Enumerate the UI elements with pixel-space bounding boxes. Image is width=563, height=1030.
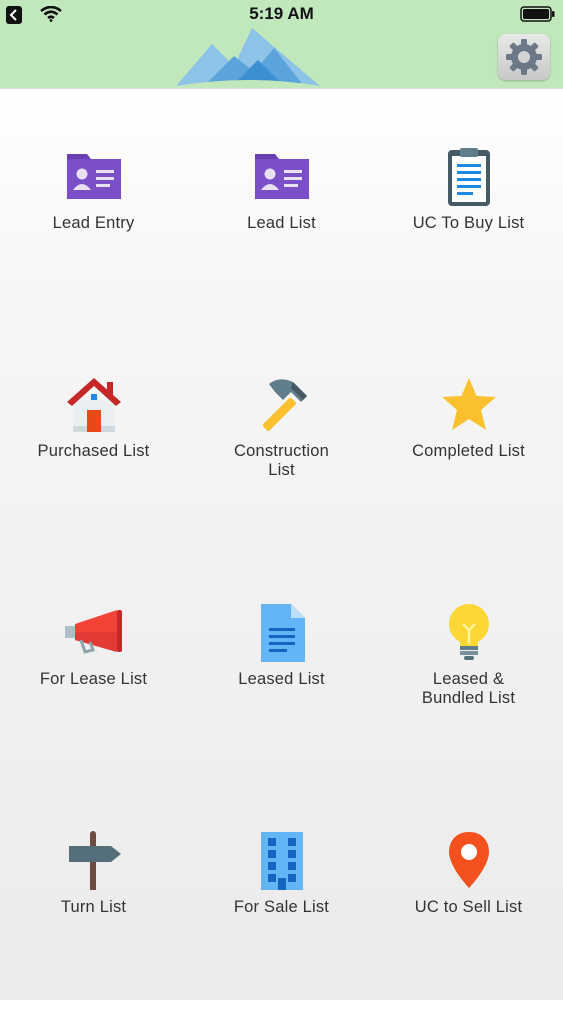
menu-item-leased-list[interactable]: Leased List (188, 602, 375, 802)
settings-button[interactable] (498, 34, 550, 80)
megaphone-icon (65, 610, 122, 654)
hammer-icon (262, 379, 307, 431)
menu-item-label: UC to Sell List (414, 898, 523, 916)
menu-item-completed-list[interactable]: Completed List (375, 374, 562, 574)
menu-item-label: Leased & Bundled List (421, 670, 516, 707)
battery-icon (520, 6, 555, 22)
gear-icon (506, 39, 542, 75)
menu-item-leased-bundled-list[interactable]: Leased & Bundled List (375, 602, 562, 802)
menu-item-uc-to-sell-list[interactable]: UC to Sell List (375, 830, 562, 1030)
lightbulb-icon (449, 604, 489, 660)
menu-item-label: Leased List (238, 670, 325, 688)
menu-item-label: Construction List (233, 442, 330, 479)
menu-item-label: Lead List (247, 214, 316, 232)
contact-card-icon (255, 154, 309, 199)
menu-item-label: UC To Buy List (412, 214, 525, 232)
menu-item-for-sale-list[interactable]: For Sale List (188, 830, 375, 1030)
status-time: 5:19 AM (249, 4, 314, 23)
menu-item-label: Lead Entry (52, 214, 135, 232)
signpost-icon (69, 831, 121, 890)
menu-item-uc-to-buy-list[interactable]: UC To Buy List (375, 146, 562, 346)
menu-item-purchased-list[interactable]: Purchased List (0, 374, 187, 574)
mountain-logo-icon (176, 28, 320, 86)
menu-item-turn-list[interactable]: Turn List (0, 830, 187, 1030)
menu-item-label: For Sale List (233, 898, 330, 916)
star-icon (442, 378, 496, 430)
menu-item-label: Turn List (60, 898, 127, 916)
menu-item-lead-entry[interactable]: Lead Entry (0, 146, 187, 346)
contact-card-icon (67, 154, 121, 199)
map-pin-icon (449, 832, 489, 888)
document-icon (261, 604, 305, 662)
app-header: 5:19 AM (0, 0, 563, 89)
menu-item-construction-list[interactable]: Construction List (188, 374, 375, 574)
menu-item-for-lease-list[interactable]: For Lease List (0, 602, 187, 802)
clipboard-icon (448, 148, 490, 206)
menu-item-lead-list[interactable]: Lead List (188, 146, 375, 346)
building-icon (261, 832, 303, 890)
house-icon (67, 378, 121, 432)
menu-item-label: Completed List (412, 442, 525, 460)
menu-item-label: For Lease List (39, 670, 148, 688)
menu-item-label: Purchased List (37, 442, 150, 460)
